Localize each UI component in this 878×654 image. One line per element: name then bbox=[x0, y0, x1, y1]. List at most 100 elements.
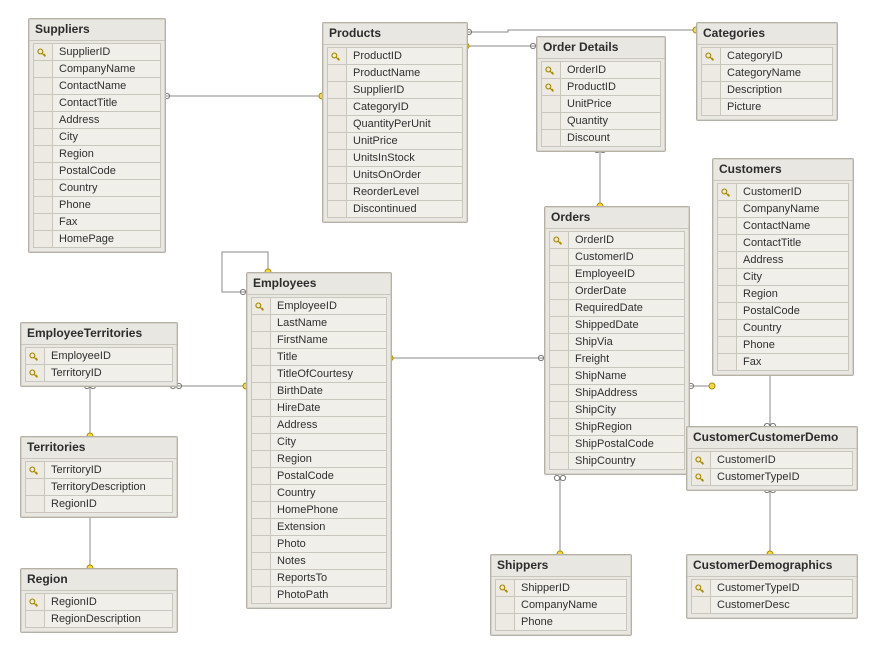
column-row[interactable]: SupplierID bbox=[327, 81, 463, 99]
table-title[interactable]: CustomerCustomerDemo bbox=[687, 427, 857, 449]
column-row[interactable]: Region bbox=[717, 285, 849, 303]
column-row[interactable]: Picture bbox=[701, 98, 833, 116]
column-row[interactable]: City bbox=[33, 128, 161, 146]
column-row[interactable]: Country bbox=[33, 179, 161, 197]
column-row[interactable]: Extension bbox=[251, 518, 387, 536]
column-row[interactable]: OrderID bbox=[549, 231, 685, 249]
column-row[interactable]: Fax bbox=[33, 213, 161, 231]
column-row[interactable]: ContactName bbox=[717, 217, 849, 235]
column-row[interactable]: CategoryName bbox=[701, 64, 833, 82]
table-title[interactable]: Shippers bbox=[491, 555, 631, 577]
column-row[interactable]: ShipperID bbox=[495, 579, 627, 597]
column-row[interactable]: EmployeeID bbox=[251, 297, 387, 315]
table-suppliers[interactable]: Suppliers SupplierIDCompanyNameContactNam… bbox=[28, 18, 166, 253]
column-row[interactable]: TerritoryID bbox=[25, 461, 173, 479]
column-row[interactable]: ProductName bbox=[327, 64, 463, 82]
column-row[interactable]: ShipPostalCode bbox=[549, 435, 685, 453]
table-title[interactable]: Employees bbox=[247, 273, 391, 295]
column-row[interactable]: RegionID bbox=[25, 593, 173, 611]
column-row[interactable]: Region bbox=[251, 450, 387, 468]
table-title[interactable]: Orders bbox=[545, 207, 689, 229]
column-row[interactable]: CategoryID bbox=[701, 47, 833, 65]
column-row[interactable]: ShipAddress bbox=[549, 384, 685, 402]
column-row[interactable]: Fax bbox=[717, 353, 849, 371]
column-row[interactable]: Phone bbox=[33, 196, 161, 214]
column-row[interactable]: Discount bbox=[541, 129, 661, 147]
column-row[interactable]: TerritoryID bbox=[25, 364, 173, 382]
table-title[interactable]: Region bbox=[21, 569, 177, 591]
table-orderdetails[interactable]: Order DetailsOrderIDProductIDUnitPriceQu… bbox=[536, 36, 666, 152]
column-row[interactable]: ContactTitle bbox=[33, 94, 161, 112]
table-title[interactable]: EmployeeTerritories bbox=[21, 323, 177, 345]
column-row[interactable]: Address bbox=[33, 111, 161, 129]
column-row[interactable]: Title bbox=[251, 348, 387, 366]
table-territories[interactable]: TerritoriesTerritoryIDTerritoryDescripti… bbox=[20, 436, 178, 518]
column-row[interactable]: ShipVia bbox=[549, 333, 685, 351]
column-row[interactable]: OrderID bbox=[541, 61, 661, 79]
column-row[interactable]: CustomerTypeID bbox=[691, 468, 853, 486]
column-row[interactable]: Discontinued bbox=[327, 200, 463, 218]
column-row[interactable]: Country bbox=[717, 319, 849, 337]
column-row[interactable]: HomePage bbox=[33, 230, 161, 248]
column-row[interactable]: CustomerDesc bbox=[691, 596, 853, 614]
column-row[interactable]: PhotoPath bbox=[251, 586, 387, 604]
table-employeeterritories[interactable]: EmployeeTerritories EmployeeIDTerritoryID bbox=[20, 322, 178, 387]
column-row[interactable]: ReorderLevel bbox=[327, 183, 463, 201]
table-orders[interactable]: Orders OrderIDCustomerIDEmployeeIDOrderDa… bbox=[544, 206, 690, 475]
table-title[interactable]: Products bbox=[323, 23, 467, 45]
column-row[interactable]: ProductID bbox=[541, 78, 661, 96]
column-row[interactable]: RequiredDate bbox=[549, 299, 685, 317]
table-customercustomerdemo[interactable]: CustomerCustomerDemo CustomerIDCustomerTy… bbox=[686, 426, 858, 491]
column-row[interactable]: Phone bbox=[495, 613, 627, 631]
column-row[interactable]: ShippedDate bbox=[549, 316, 685, 334]
column-row[interactable]: ContactName bbox=[33, 77, 161, 95]
column-row[interactable]: PostalCode bbox=[251, 467, 387, 485]
column-row[interactable]: CustomerID bbox=[549, 248, 685, 266]
table-shippers[interactable]: Shippers ShipperIDCompanyNamePhone bbox=[490, 554, 632, 636]
column-row[interactable]: CategoryID bbox=[327, 98, 463, 116]
column-row[interactable]: EmployeeID bbox=[549, 265, 685, 283]
column-row[interactable]: City bbox=[251, 433, 387, 451]
column-row[interactable]: Country bbox=[251, 484, 387, 502]
column-row[interactable]: TitleOfCourtesy bbox=[251, 365, 387, 383]
table-title[interactable]: Customers bbox=[713, 159, 853, 181]
column-row[interactable]: CompanyName bbox=[717, 200, 849, 218]
table-products[interactable]: Products ProductIDProductNameSupplierIDCa… bbox=[322, 22, 468, 223]
column-row[interactable]: ShipCity bbox=[549, 401, 685, 419]
column-row[interactable]: RegionID bbox=[25, 495, 173, 513]
column-row[interactable]: UnitPrice bbox=[327, 132, 463, 150]
column-row[interactable]: PostalCode bbox=[33, 162, 161, 180]
column-row[interactable]: Address bbox=[251, 416, 387, 434]
table-employees[interactable]: EmployeesEmployeeIDLastNameFirstNameTitl… bbox=[246, 272, 392, 609]
column-row[interactable]: OrderDate bbox=[549, 282, 685, 300]
column-row[interactable]: Notes bbox=[251, 552, 387, 570]
column-row[interactable]: Phone bbox=[717, 336, 849, 354]
column-row[interactable]: FirstName bbox=[251, 331, 387, 349]
column-row[interactable]: EmployeeID bbox=[25, 347, 173, 365]
column-row[interactable]: Photo bbox=[251, 535, 387, 553]
column-row[interactable]: UnitsInStock bbox=[327, 149, 463, 167]
column-row[interactable]: ProductID bbox=[327, 47, 463, 65]
column-row[interactable]: City bbox=[717, 268, 849, 286]
table-customers[interactable]: Customers CustomerIDCompanyNameContactNam… bbox=[712, 158, 854, 376]
column-row[interactable]: Freight bbox=[549, 350, 685, 368]
column-row[interactable]: CustomerID bbox=[691, 451, 853, 469]
column-row[interactable]: PostalCode bbox=[717, 302, 849, 320]
column-row[interactable]: Address bbox=[717, 251, 849, 269]
column-row[interactable]: Region bbox=[33, 145, 161, 163]
column-row[interactable]: CustomerTypeID bbox=[691, 579, 853, 597]
table-title[interactable]: Order Details bbox=[537, 37, 665, 59]
column-row[interactable]: QuantityPerUnit bbox=[327, 115, 463, 133]
column-row[interactable]: HireDate bbox=[251, 399, 387, 417]
table-title[interactable]: Suppliers bbox=[29, 19, 165, 41]
column-row[interactable]: UnitsOnOrder bbox=[327, 166, 463, 184]
column-row[interactable]: CompanyName bbox=[33, 60, 161, 78]
column-row[interactable]: ShipCountry bbox=[549, 452, 685, 470]
column-row[interactable]: LastName bbox=[251, 314, 387, 332]
column-row[interactable]: CompanyName bbox=[495, 596, 627, 614]
column-row[interactable]: RegionDescription bbox=[25, 610, 173, 628]
column-row[interactable]: HomePhone bbox=[251, 501, 387, 519]
column-row[interactable]: CustomerID bbox=[717, 183, 849, 201]
table-categories[interactable]: CategoriesCategoryIDCategoryNameDescript… bbox=[696, 22, 838, 121]
column-row[interactable]: SupplierID bbox=[33, 43, 161, 61]
